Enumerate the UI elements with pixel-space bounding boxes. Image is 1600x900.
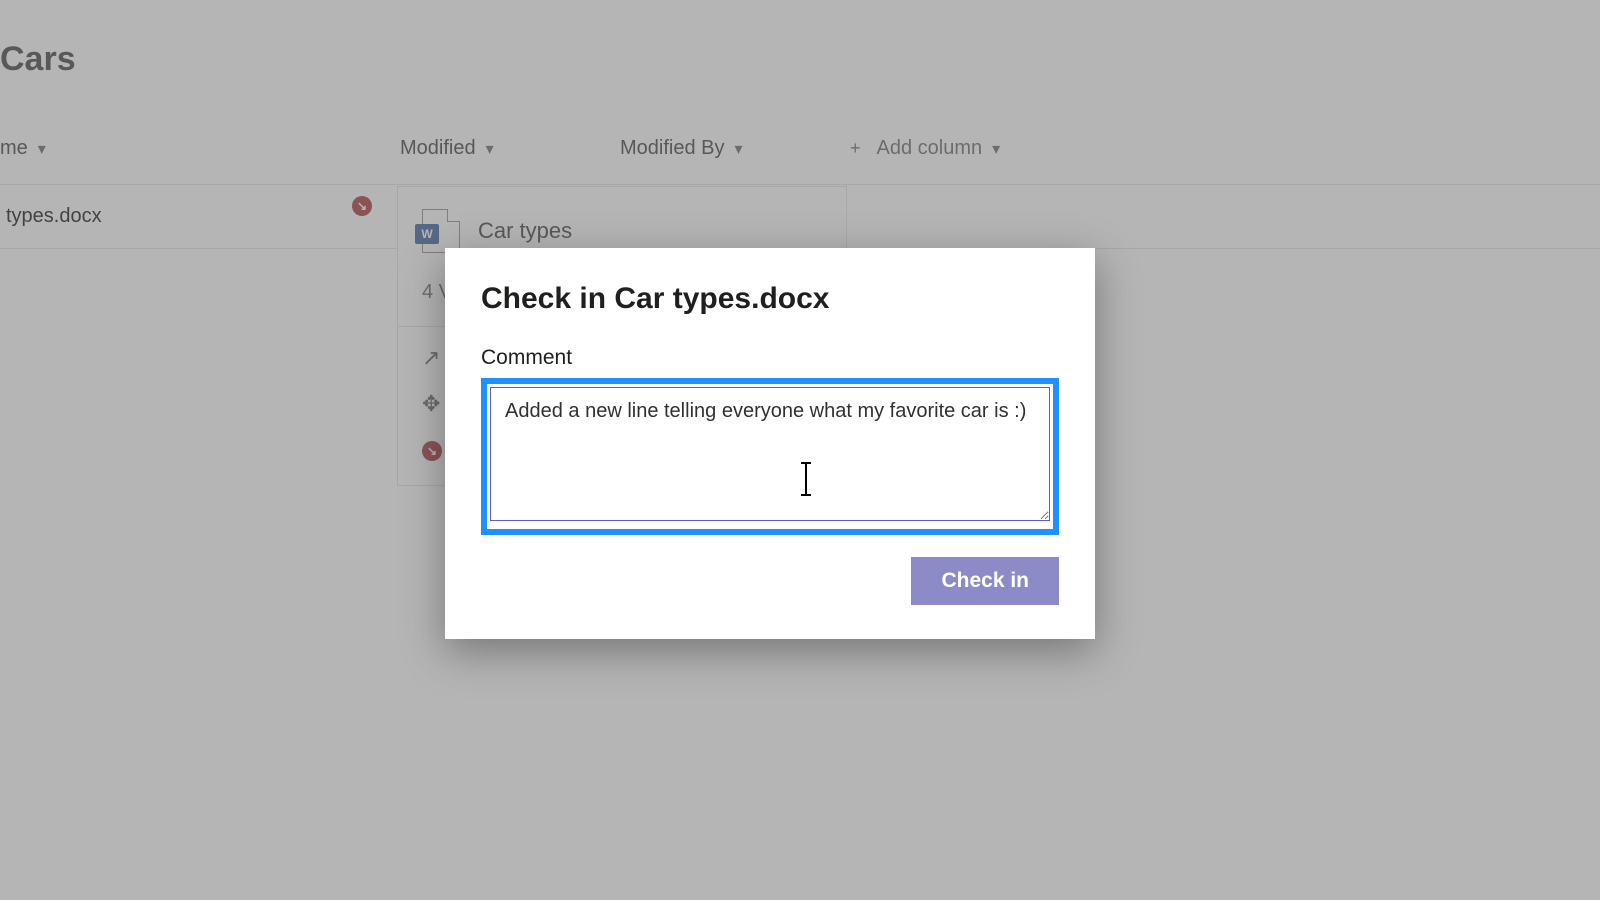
- check-in-button[interactable]: Check in: [911, 557, 1059, 605]
- comment-label: Comment: [481, 346, 1059, 370]
- comment-field-highlight: [481, 378, 1059, 535]
- dialog-title: Check in Car types.docx: [481, 282, 1059, 316]
- check-in-dialog: Check in Car types.docx Comment Check in: [445, 248, 1095, 639]
- comment-textarea[interactable]: [490, 387, 1050, 521]
